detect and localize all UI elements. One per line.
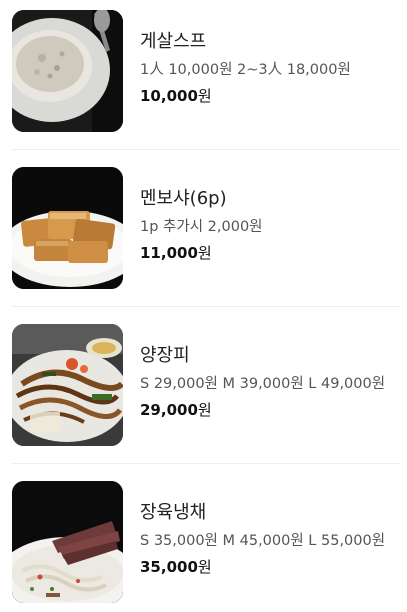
menu-item-name: 양장피 bbox=[140, 345, 190, 366]
menu-item[interactable]: 게살스프 1人 10,000원 2~3人 18,000원 10,000원 bbox=[12, 10, 400, 132]
yangjangpi-photo[interactable] bbox=[12, 324, 123, 446]
crab-soup-photo[interactable] bbox=[12, 10, 123, 132]
menu-item-info: 양장피 S 29,000원 M 39,000원 L 49,000원 29,000… bbox=[140, 344, 400, 420]
menu-item-description: 1人 10,000원 2~3人 18,000원 bbox=[140, 62, 351, 78]
price-amount: 35,000 bbox=[140, 558, 198, 576]
price-currency: 원 bbox=[197, 87, 212, 105]
cold-beef-salad-image bbox=[12, 481, 123, 603]
menu-item-info: 멘보샤(6p) 1p 추가시 2,000원 11,000원 bbox=[140, 187, 400, 263]
menu-item[interactable]: 양장피 S 29,000원 M 39,000원 L 49,000원 29,000… bbox=[12, 324, 400, 446]
cold-beef-salad-photo[interactable] bbox=[12, 481, 123, 603]
menu-item[interactable]: 장육냉채 S 35,000원 M 45,000원 L 55,000원 35,00… bbox=[12, 481, 400, 603]
crab-soup-image bbox=[12, 10, 123, 132]
menu-item-description: S 35,000원 M 45,000원 L 55,000원 bbox=[140, 533, 386, 549]
divider bbox=[12, 149, 400, 150]
menu-item-price: 35,000원 bbox=[140, 557, 400, 577]
shrimp-toast-photo[interactable] bbox=[12, 167, 123, 289]
menu-item-info: 장육냉채 S 35,000원 M 45,000원 L 55,000원 35,00… bbox=[140, 501, 400, 577]
menu-item-name: 멘보샤(6p) bbox=[140, 188, 227, 209]
shrimp-toast-image bbox=[12, 167, 123, 289]
menu-item-info: 게살스프 1人 10,000원 2~3人 18,000원 10,000원 bbox=[140, 30, 400, 106]
divider bbox=[12, 463, 400, 464]
menu-item[interactable]: 멘보샤(6p) 1p 추가시 2,000원 11,000원 bbox=[12, 167, 400, 289]
menu-item-price: 11,000원 bbox=[140, 243, 400, 263]
menu-item-name: 게살스프 bbox=[140, 31, 207, 52]
price-currency: 원 bbox=[197, 401, 212, 419]
yangjangpi-image bbox=[12, 324, 123, 446]
menu-item-price: 29,000원 bbox=[140, 400, 400, 420]
price-currency: 원 bbox=[197, 244, 212, 262]
menu-item-description: S 29,000원 M 39,000원 L 49,000원 bbox=[140, 376, 386, 392]
menu-item-price: 10,000원 bbox=[140, 86, 400, 106]
divider bbox=[12, 306, 400, 307]
price-currency: 원 bbox=[197, 558, 212, 576]
price-amount: 10,000 bbox=[140, 87, 198, 105]
price-amount: 29,000 bbox=[140, 401, 198, 419]
menu-item-description: 1p 추가시 2,000원 bbox=[140, 219, 263, 235]
price-amount: 11,000 bbox=[140, 244, 198, 262]
menu-item-name: 장육냉채 bbox=[140, 502, 207, 523]
